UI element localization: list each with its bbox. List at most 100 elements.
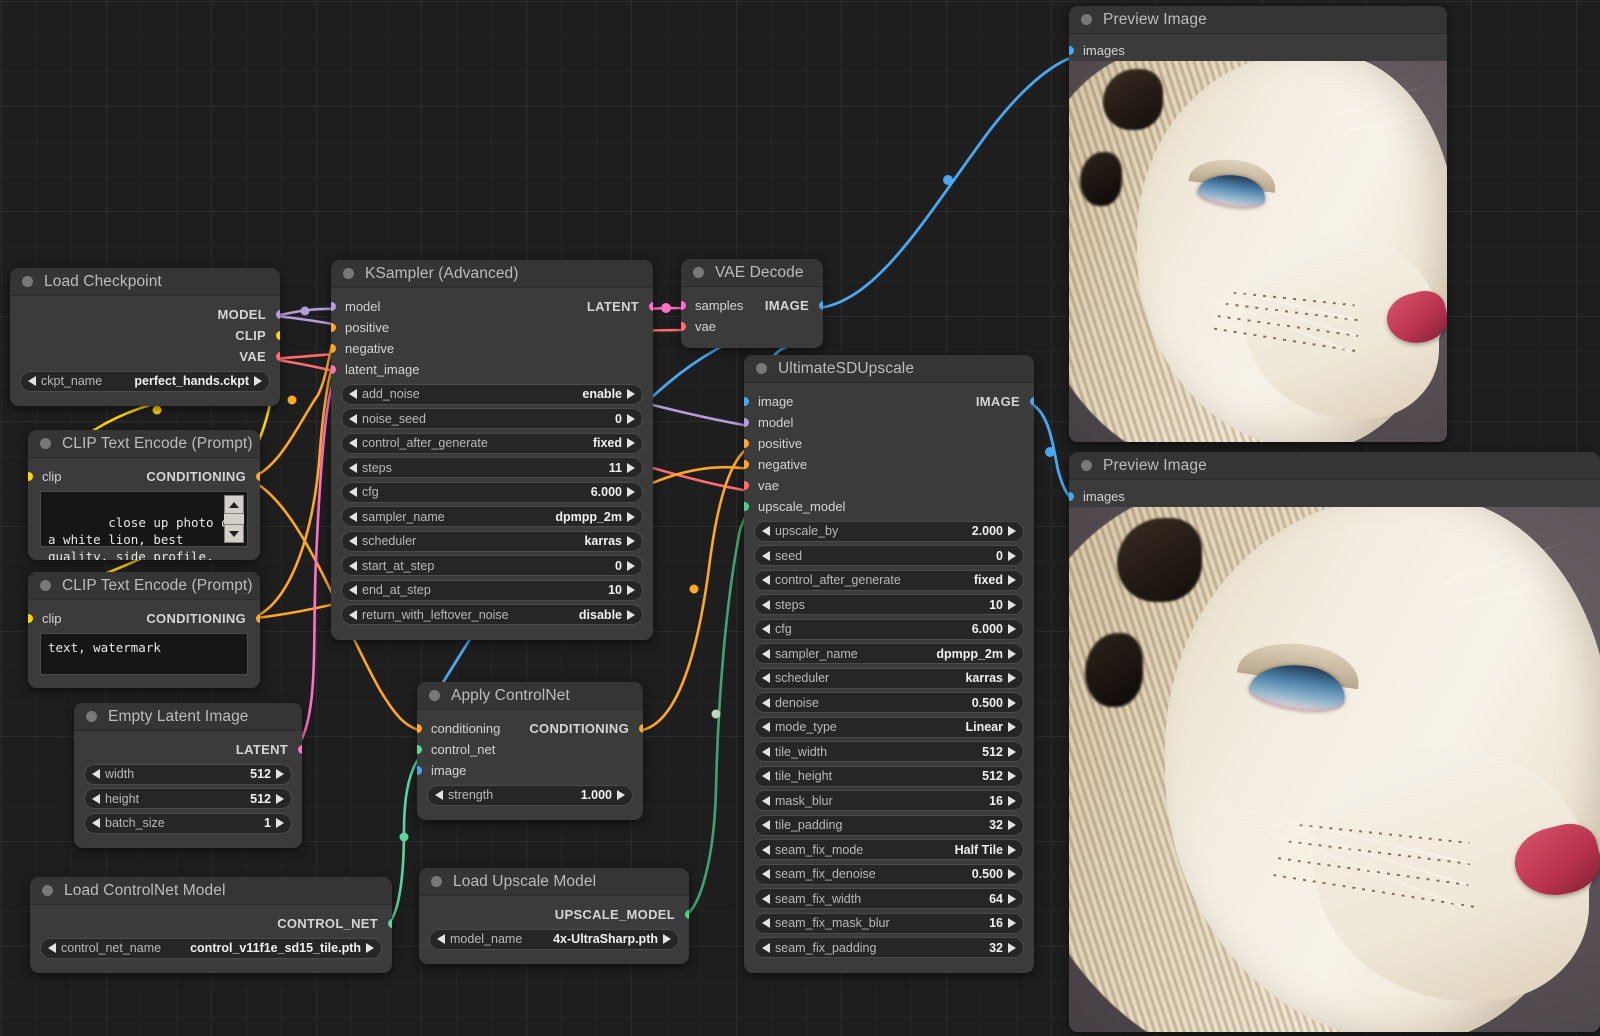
input-slot-model[interactable]: model	[744, 412, 1034, 433]
widget-mask-blur[interactable]: mask_blur16	[754, 790, 1024, 811]
decrement-arrow-icon[interactable]	[762, 845, 770, 855]
widget-return-with-leftover-noise[interactable]: return_with_leftover_noise disable	[341, 604, 643, 625]
increment-arrow-icon[interactable]	[1008, 771, 1016, 781]
collapse-dot-icon[interactable]	[429, 690, 440, 701]
widget-upscale-by[interactable]: upscale_by2.000	[754, 521, 1024, 542]
slot-dot-conditioning-out[interactable]	[256, 472, 261, 481]
node-title-bar[interactable]: CLIP Text Encode (Prompt)	[28, 430, 260, 458]
decrement-arrow-icon[interactable]	[437, 934, 445, 944]
increment-arrow-icon[interactable]	[1008, 575, 1016, 585]
increment-arrow-icon[interactable]	[1008, 551, 1016, 561]
collapse-dot-icon[interactable]	[756, 363, 767, 374]
node-title-bar[interactable]: CLIP Text Encode (Prompt)	[28, 572, 260, 600]
node-load-checkpoint[interactable]: Load Checkpoint MODEL CLIP VAE ckpt_name…	[10, 268, 280, 406]
slot-dot-clip[interactable]	[276, 331, 281, 340]
widget-steps[interactable]: steps 11	[341, 457, 643, 478]
node-title-bar[interactable]: UltimateSDUpscale	[744, 355, 1034, 383]
collapse-dot-icon[interactable]	[42, 885, 53, 896]
input-slot-image[interactable]: image	[417, 760, 643, 781]
decrement-arrow-icon[interactable]	[762, 624, 770, 634]
node-title-bar[interactable]: Preview Image	[1069, 6, 1447, 34]
widget-width[interactable]: width 512	[84, 764, 292, 785]
widget-scheduler[interactable]: schedulerkarras	[754, 668, 1024, 689]
widget-steps[interactable]: steps10	[754, 594, 1024, 615]
increment-arrow-icon[interactable]	[1008, 698, 1016, 708]
increment-arrow-icon[interactable]	[617, 790, 625, 800]
decrement-arrow-icon[interactable]	[349, 389, 357, 399]
increment-arrow-icon[interactable]	[1008, 649, 1016, 659]
slot-dot-clip-in[interactable]	[28, 614, 33, 623]
widget-strength[interactable]: strength 1.000	[427, 785, 633, 806]
increment-arrow-icon[interactable]	[1008, 600, 1016, 610]
slot-dot-vae[interactable]	[744, 481, 749, 490]
slot-dot-latent-image[interactable]	[331, 365, 336, 374]
slot-dot-image[interactable]	[417, 766, 422, 775]
increment-arrow-icon[interactable]	[1008, 747, 1016, 757]
widget-seam-fix-mask-blur[interactable]: seam_fix_mask_blur16	[754, 913, 1024, 934]
scroll-down-button[interactable]	[224, 524, 244, 543]
widget-batch-size[interactable]: batch_size 1	[84, 813, 292, 834]
output-slot-clip[interactable]: CLIP	[10, 325, 280, 346]
increment-arrow-icon[interactable]	[1008, 943, 1016, 953]
widget-control-after-generate[interactable]: control_after_generatefixed	[754, 570, 1024, 591]
output-slot-upscale-model[interactable]: UPSCALE_MODEL	[419, 904, 689, 925]
slot-dot-image-out[interactable]	[1030, 397, 1035, 406]
collapse-dot-icon[interactable]	[693, 267, 704, 278]
collapse-dot-icon[interactable]	[40, 580, 51, 591]
widget-cfg[interactable]: cfg 6.000	[341, 482, 643, 503]
node-load-controlnet-model[interactable]: Load ControlNet Model CONTROL_NET contro…	[30, 877, 392, 973]
collapse-dot-icon[interactable]	[22, 276, 33, 287]
scroll-up-button[interactable]	[224, 495, 244, 514]
increment-arrow-icon[interactable]	[627, 536, 635, 546]
decrement-arrow-icon[interactable]	[349, 610, 357, 620]
increment-arrow-icon[interactable]	[627, 389, 635, 399]
slot-dot-image-in[interactable]	[744, 397, 749, 406]
increment-arrow-icon[interactable]	[1008, 845, 1016, 855]
widget-add-noise[interactable]: add_noise enable	[341, 384, 643, 405]
io-row-clip[interactable]: clip CONDITIONING	[28, 466, 260, 487]
input-slot-negative[interactable]: negative	[331, 338, 653, 359]
widget-control-after-generate[interactable]: control_after_generate fixed	[341, 433, 643, 454]
input-slot-images[interactable]: images	[1069, 486, 1600, 507]
widget-denoise[interactable]: denoise0.500	[754, 692, 1024, 713]
output-slot-vae[interactable]: VAE	[10, 346, 280, 367]
textarea-scrollbar[interactable]	[224, 495, 244, 543]
increment-arrow-icon[interactable]	[1008, 673, 1016, 683]
increment-arrow-icon[interactable]	[1008, 894, 1016, 904]
decrement-arrow-icon[interactable]	[762, 600, 770, 610]
input-slot-positive[interactable]: positive	[744, 433, 1034, 454]
widget-seed[interactable]: seed0	[754, 545, 1024, 566]
node-ultimate-sd-upscale[interactable]: UltimateSDUpscale image IMAGE model posi…	[744, 355, 1034, 973]
slot-dot-vae[interactable]	[681, 322, 686, 331]
increment-arrow-icon[interactable]	[1008, 796, 1016, 806]
collapse-dot-icon[interactable]	[86, 711, 97, 722]
widget-seam-fix-padding[interactable]: seam_fix_padding32	[754, 937, 1024, 958]
increment-arrow-icon[interactable]	[627, 487, 635, 497]
increment-arrow-icon[interactable]	[1008, 624, 1016, 634]
slot-dot-vae[interactable]	[276, 352, 281, 361]
widget-control-net-name[interactable]: control_net_name control_v11f1e_sd15_til…	[40, 938, 382, 959]
increment-arrow-icon[interactable]	[276, 794, 284, 804]
slot-dot-samples[interactable]	[681, 301, 686, 310]
increment-arrow-icon[interactable]	[276, 769, 284, 779]
increment-arrow-icon[interactable]	[627, 512, 635, 522]
prompt-textarea-negative[interactable]: text, watermark	[40, 633, 248, 675]
slot-dot-model-in[interactable]	[331, 302, 336, 311]
decrement-arrow-icon[interactable]	[92, 769, 100, 779]
decrement-arrow-icon[interactable]	[92, 818, 100, 828]
decrement-arrow-icon[interactable]	[349, 561, 357, 571]
collapse-dot-icon[interactable]	[1081, 14, 1092, 25]
slot-dot-latent[interactable]	[298, 745, 303, 754]
node-graph-canvas[interactable]: Load Checkpoint MODEL CLIP VAE ckpt_name…	[0, 0, 1600, 1036]
input-slot-latent-image[interactable]: latent_image	[331, 359, 653, 380]
widget-ckpt-name[interactable]: ckpt_name perfect_hands.ckpt	[20, 371, 270, 392]
output-slot-latent[interactable]: LATENT	[74, 739, 302, 760]
node-title-bar[interactable]: VAE Decode	[681, 259, 823, 287]
increment-arrow-icon[interactable]	[627, 438, 635, 448]
slot-dot-image-out[interactable]	[819, 301, 824, 310]
decrement-arrow-icon[interactable]	[28, 376, 36, 386]
slot-dot-images[interactable]	[1069, 492, 1074, 501]
input-slot-images[interactable]: images	[1069, 40, 1447, 61]
decrement-arrow-icon[interactable]	[762, 894, 770, 904]
node-title-bar[interactable]: Load ControlNet Model	[30, 877, 392, 905]
